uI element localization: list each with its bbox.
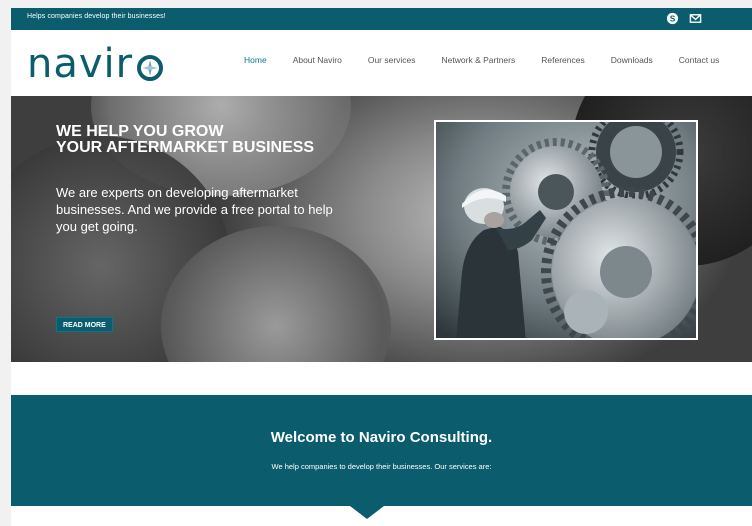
nav-network[interactable]: Network & Partners: [442, 55, 516, 65]
nav-about[interactable]: About Naviro: [293, 55, 342, 65]
tagline: Helps companies develop their businesses…: [27, 13, 166, 20]
header: navir Home About Naviro Our services Net…: [11, 30, 752, 96]
main-nav: Home About Naviro Our services Network &…: [244, 55, 745, 65]
welcome-section: Welcome to Naviro Consulting. We help co…: [11, 395, 752, 506]
hero-banner: WE HELP YOU GROW YOUR AFTERMARKET BUSINE…: [11, 96, 752, 362]
read-more-button[interactable]: READ MORE: [56, 317, 113, 332]
nav-home[interactable]: Home: [244, 55, 267, 65]
hero-subtitle: We are experts on developing aftermarket…: [56, 185, 333, 234]
nav-references[interactable]: References: [541, 55, 584, 65]
engineer-gears-photo: [434, 120, 698, 340]
mail-icon[interactable]: [689, 12, 702, 25]
hero-title: WE HELP YOU GROW YOUR AFTERMARKET BUSINE…: [56, 123, 315, 156]
welcome-title: Welcome to Naviro Consulting.: [270, 429, 493, 446]
svg-text:S: S: [670, 13, 676, 23]
nav-downloads[interactable]: Downloads: [611, 55, 653, 65]
nav-services[interactable]: Our services: [368, 55, 416, 65]
compass-logo-icon: [137, 55, 164, 81]
top-bar: Helps companies develop their businesses…: [11, 8, 752, 30]
social-icons: S: [666, 12, 702, 25]
logo[interactable]: navir: [27, 44, 165, 84]
page: Helps companies develop their businesses…: [11, 8, 752, 526]
nav-contact[interactable]: Contact us: [679, 55, 720, 65]
skype-icon[interactable]: S: [666, 12, 679, 25]
section-arrow: [350, 506, 384, 519]
welcome-subtitle: We help companies to develop their busin…: [271, 462, 492, 471]
logo-text: navir: [27, 41, 134, 87]
